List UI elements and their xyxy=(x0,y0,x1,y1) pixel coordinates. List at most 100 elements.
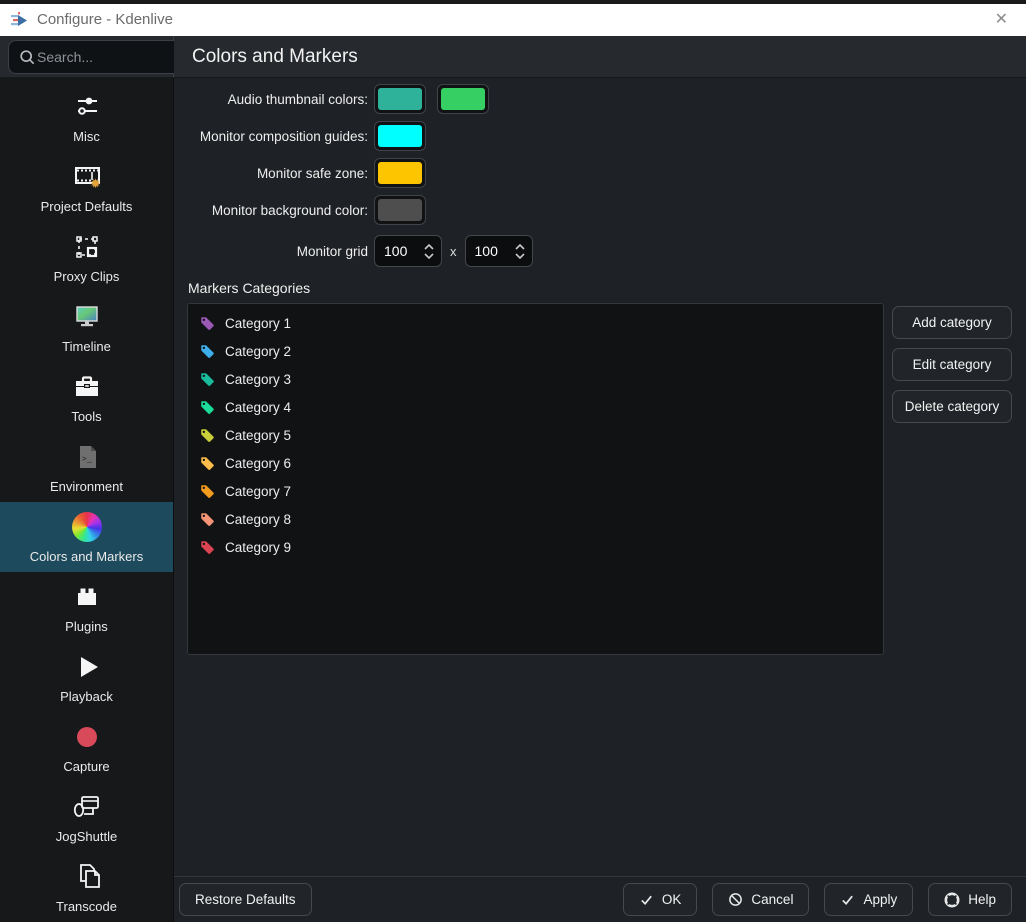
color-swatch xyxy=(441,88,485,110)
sidebar-item-transcode[interactable]: Transcode xyxy=(0,852,173,922)
cancel-slash-icon xyxy=(728,892,743,907)
category-label: Category 1 xyxy=(225,316,291,331)
help-lifebuoy-icon xyxy=(944,892,960,908)
category-label: Category 7 xyxy=(225,484,291,499)
sidebar-item-proxy-clips[interactable]: Proxy Clips xyxy=(0,222,173,292)
svg-text:✹: ✹ xyxy=(90,177,101,192)
category-label: Category 4 xyxy=(225,400,291,415)
safe-zone-color-button[interactable] xyxy=(374,158,426,188)
monitor-icon xyxy=(70,300,104,334)
sidebar-item-colors-and-markers[interactable]: Colors and Markers xyxy=(0,502,173,572)
color-swatch xyxy=(378,88,422,110)
color-wheel-icon xyxy=(70,510,104,544)
cancel-button[interactable]: Cancel xyxy=(712,883,809,916)
page-title: Colors and Markers xyxy=(192,46,358,68)
spinner-arrows[interactable] xyxy=(515,244,532,259)
safe-zone-row: Monitor safe zone: xyxy=(174,158,1026,188)
sidebar-item-misc[interactable]: Misc xyxy=(0,82,173,152)
composition-guides-row: Monitor composition guides: xyxy=(174,121,1026,151)
close-icon[interactable]: ✕ xyxy=(983,10,1020,30)
sidebar-item-label: JogShuttle xyxy=(56,829,117,844)
apply-button-label: Apply xyxy=(863,892,897,907)
sidebar-item-tools[interactable]: Tools xyxy=(0,362,173,432)
sidebar-item-label: Timeline xyxy=(62,339,111,354)
sliders-icon xyxy=(70,90,104,124)
sidebar-item-label: Tools xyxy=(71,409,101,424)
list-item-category-3[interactable]: Category 3 xyxy=(188,365,883,393)
search-area xyxy=(0,36,174,78)
list-item-category-8[interactable]: Category 8 xyxy=(188,505,883,533)
delete-category-button[interactable]: Delete category xyxy=(892,390,1012,423)
edit-category-button[interactable]: Edit category xyxy=(892,348,1012,381)
ok-button[interactable]: OK xyxy=(623,883,698,916)
sidebar-item-label: Misc xyxy=(73,129,100,144)
filmstrip-star-icon: ✹ xyxy=(70,160,104,194)
grid-separator: x xyxy=(450,244,457,259)
category-label: Category 9 xyxy=(225,540,291,555)
color-swatch xyxy=(378,199,422,221)
svg-text:>_: >_ xyxy=(82,454,92,463)
list-item-category-4[interactable]: Category 4 xyxy=(188,393,883,421)
composition-guides-color-button[interactable] xyxy=(374,121,426,151)
category-label: Category 6 xyxy=(225,456,291,471)
sidebar-item-playback[interactable]: Playback xyxy=(0,642,173,712)
list-item-category-7[interactable]: Category 7 xyxy=(188,477,883,505)
sidebar: Misc ✹ Project Defaults xyxy=(0,78,174,922)
safe-zone-label: Monitor safe zone: xyxy=(174,166,374,181)
list-item-category-6[interactable]: Category 6 xyxy=(188,449,883,477)
category-label: Category 2 xyxy=(225,344,291,359)
ok-button-label: OK xyxy=(662,892,682,907)
cancel-button-label: Cancel xyxy=(751,892,793,907)
sidebar-item-environment[interactable]: >_ Environment xyxy=(0,432,173,502)
audio-thumbnail-color-2-button[interactable] xyxy=(437,84,489,114)
spinner-arrows[interactable] xyxy=(424,244,441,259)
list-item-category-1[interactable]: Category 1 xyxy=(188,309,883,337)
monitor-background-label: Monitor background color: xyxy=(174,203,374,218)
apply-button[interactable]: Apply xyxy=(824,883,913,916)
audio-thumbnail-color-1-button[interactable] xyxy=(374,84,426,114)
monitor-background-color-button[interactable] xyxy=(374,195,426,225)
sidebar-item-label: Proxy Clips xyxy=(54,269,120,284)
markers-category-list[interactable]: Category 1 Category 2 Category 3 Ca xyxy=(187,303,884,655)
sidebar-item-label: Environment xyxy=(50,479,123,494)
tag-icon xyxy=(199,539,216,556)
sidebar-item-label: Plugins xyxy=(65,619,108,634)
grid-height-spinbox[interactable] xyxy=(465,235,533,267)
category-label: Category 8 xyxy=(225,512,291,527)
search-icon xyxy=(17,47,37,67)
chevron-down-icon xyxy=(515,253,525,259)
sidebar-item-timeline[interactable]: Timeline xyxy=(0,292,173,362)
grid-width-spinbox[interactable] xyxy=(374,235,442,267)
toolbox-icon xyxy=(70,370,104,404)
sidebar-item-project-defaults[interactable]: ✹ Project Defaults xyxy=(0,152,173,222)
window-title: Configure - Kdenlive xyxy=(37,11,983,28)
configure-dialog: Configure - Kdenlive ✕ Colors and Marker… xyxy=(0,0,1026,922)
sidebar-item-label: Playback xyxy=(60,689,113,704)
tag-icon xyxy=(199,511,216,528)
check-icon xyxy=(840,892,855,907)
restore-defaults-button[interactable]: Restore Defaults xyxy=(179,883,312,916)
tag-icon xyxy=(199,399,216,416)
grid-width-input[interactable] xyxy=(375,243,415,259)
add-category-button[interactable]: Add category xyxy=(892,306,1012,339)
grid-height-input[interactable] xyxy=(466,243,506,259)
sidebar-item-capture[interactable]: Capture xyxy=(0,712,173,782)
page-header: Colors and Markers xyxy=(174,36,1026,78)
monitor-background-row: Monitor background color: xyxy=(174,195,1026,225)
kdenlive-logo-icon xyxy=(10,11,28,29)
list-item-category-5[interactable]: Category 5 xyxy=(188,421,883,449)
sidebar-item-label: Colors and Markers xyxy=(30,549,143,564)
titlebar[interactable]: Configure - Kdenlive ✕ xyxy=(0,4,1026,36)
tag-icon xyxy=(199,483,216,500)
chevron-down-icon xyxy=(424,253,434,259)
selection-marquee-icon xyxy=(70,230,104,264)
sidebar-item-jogshuttle[interactable]: JogShuttle xyxy=(0,782,173,852)
sidebar-item-plugins[interactable]: Plugins xyxy=(0,572,173,642)
tag-icon xyxy=(199,427,216,444)
tag-icon xyxy=(199,371,216,388)
check-icon xyxy=(639,892,654,907)
list-item-category-2[interactable]: Category 2 xyxy=(188,337,883,365)
audio-thumbnail-colors-row: Audio thumbnail colors: xyxy=(174,84,1026,114)
list-item-category-9[interactable]: Category 9 xyxy=(188,533,883,561)
help-button[interactable]: Help xyxy=(928,883,1012,916)
